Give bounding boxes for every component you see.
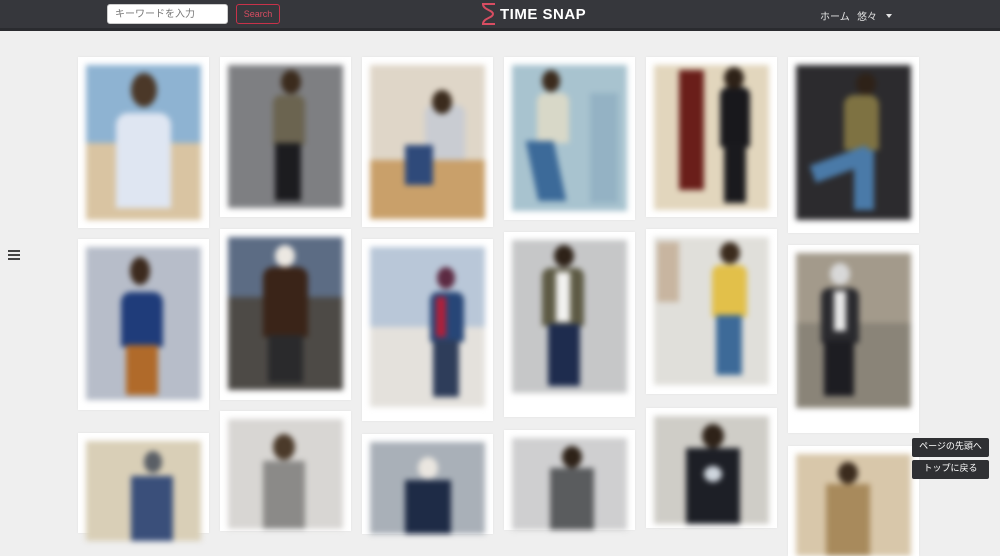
outfit-photo	[86, 65, 201, 220]
photo-card[interactable]	[362, 57, 493, 227]
photo-card[interactable]	[788, 57, 919, 233]
brand-name: TIME SNAP	[500, 5, 587, 23]
photo-card[interactable]	[788, 446, 919, 556]
photo-card[interactable]	[78, 239, 209, 410]
photo-card[interactable]	[646, 408, 777, 528]
photo-card[interactable]	[220, 411, 351, 531]
outfit-photo	[512, 65, 627, 211]
chevron-down-icon	[886, 13, 892, 18]
outfit-photo	[228, 237, 343, 390]
outfit-photo	[370, 65, 485, 219]
photo-card[interactable]	[220, 57, 351, 217]
photo-card[interactable]	[504, 57, 635, 220]
outfit-photo	[86, 441, 201, 541]
back-to-top-button[interactable]: トップに戻る	[912, 460, 989, 479]
search-input[interactable]	[107, 4, 228, 24]
top-navbar: Search TIME SNAP ホーム 悠々	[0, 0, 1000, 31]
outfit-photo	[370, 247, 485, 407]
outfit-photo	[512, 438, 627, 530]
photo-card[interactable]	[646, 229, 777, 394]
outfit-photo	[796, 253, 911, 408]
photo-card[interactable]	[78, 433, 209, 541]
hamburger-menu-icon[interactable]	[8, 250, 20, 261]
photo-card[interactable]	[220, 229, 351, 400]
photo-card[interactable]	[78, 57, 209, 228]
snap-photo-grid	[78, 57, 921, 556]
outfit-photo	[796, 65, 911, 220]
search-button[interactable]: Search	[236, 4, 280, 24]
outfit-photo	[228, 419, 343, 529]
outfit-photo	[654, 416, 769, 524]
page-top-button[interactable]: ページの先頭へ	[912, 438, 989, 457]
outfit-photo	[228, 65, 343, 208]
photo-card[interactable]	[646, 57, 777, 217]
photo-card[interactable]	[362, 239, 493, 421]
outfit-photo	[654, 237, 769, 385]
outfit-photo	[512, 240, 627, 393]
photo-card[interactable]	[504, 232, 635, 417]
nav-home-link[interactable]: ホーム	[820, 8, 850, 23]
user-dropdown[interactable]: 悠々	[857, 8, 892, 23]
user-name: 悠々	[857, 12, 877, 23]
outfit-photo	[86, 247, 201, 400]
photo-card[interactable]	[788, 245, 919, 433]
outfit-photo	[370, 442, 485, 534]
hourglass-logo-icon	[482, 3, 495, 25]
photo-card[interactable]	[362, 434, 493, 534]
photo-card[interactable]	[504, 430, 635, 530]
outfit-photo	[654, 65, 769, 210]
brand-logo[interactable]: TIME SNAP	[480, 2, 586, 26]
outfit-photo	[796, 454, 911, 556]
